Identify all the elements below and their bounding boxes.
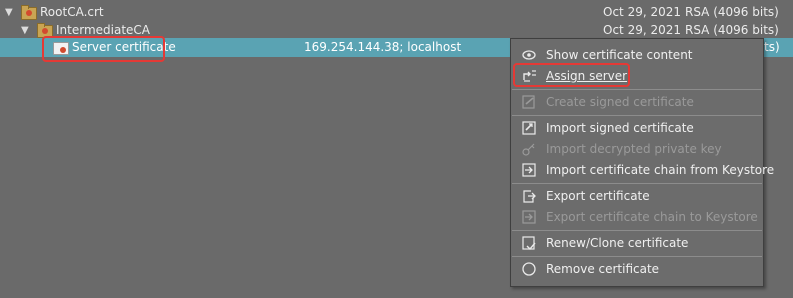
remove-icon [521,261,537,277]
import-cert-icon [521,120,537,136]
menu-item-import-decrypted-private-key: Import decrypted private key [511,139,763,159]
renew-icon [521,235,537,251]
menu-item-export-certificate-chain: Export certificate chain to Keystore [511,207,763,227]
highlight-box-server-certificate [42,36,165,62]
key-icon [521,141,537,157]
import-chain-icon [521,162,537,178]
expand-arrow-icon[interactable]: ▼ [5,3,13,22]
menu-item-export-certificate[interactable]: Export certificate [511,186,763,206]
highlight-box-assign-server [513,63,630,87]
menu-item-import-certificate-chain[interactable]: Import certificate chain from Keystore [511,160,774,180]
sign-cert-icon [521,94,537,110]
tree-row-rootca[interactable]: ▼ RootCA.crt Oct 29, 2021 RSA (4096 bits… [0,3,793,22]
menu-separator [512,115,762,116]
tree-row-algorithm: ts) [764,40,780,54]
eye-icon [521,47,537,63]
tree-row-name: RootCA.crt [40,5,104,19]
menu-item-label: Remove certificate [546,262,660,276]
menu-item-show-certificate-content[interactable]: Show certificate content [511,45,763,65]
menu-item-remove-certificate[interactable]: Remove certificate [511,259,763,279]
menu-item-label: Renew/Clone certificate [546,236,689,250]
menu-item-import-signed-certificate[interactable]: Import signed certificate [511,118,763,138]
tree-row-date: Oct 29, 2021 [603,5,681,19]
tree-row-hosts: 169.254.144.38; localhost [304,40,462,54]
menu-separator [512,230,762,231]
menu-item-label: Show certificate content [546,48,693,62]
menu-item-label: Create signed certificate [546,95,694,109]
menu-item-label: Import certificate chain from Keystore [546,163,775,177]
menu-item-label: Export certificate [546,189,650,203]
menu-item-label: Import signed certificate [546,121,694,135]
menu-separator [512,256,762,257]
tree-row-algorithm: RSA (4096 bits) [685,5,779,19]
export-cert-icon [521,188,537,204]
menu-item-renew-clone-certificate[interactable]: Renew/Clone certificate [511,233,763,253]
menu-item-label: Export certificate chain to Keystore [546,210,758,224]
menu-separator [512,89,762,90]
export-chain-icon [521,209,537,225]
menu-item-label: Import decrypted private key [546,142,722,156]
menu-item-create-signed-certificate: Create signed certificate [511,92,763,112]
menu-separator [512,183,762,184]
folder-cert-icon [21,5,37,20]
